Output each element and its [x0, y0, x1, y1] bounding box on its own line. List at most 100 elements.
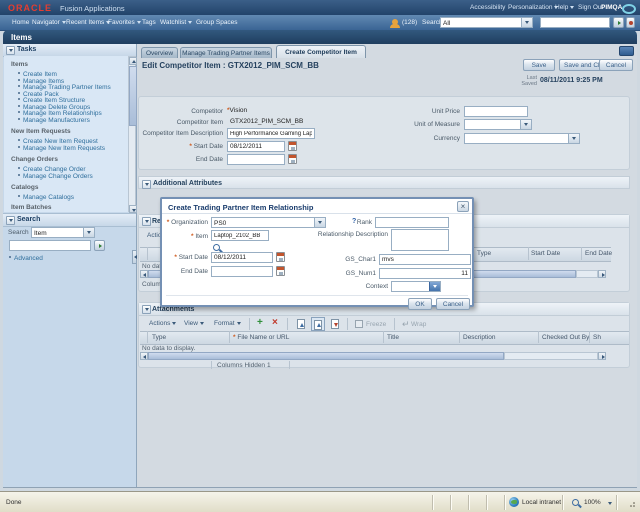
- dialog-gs-num1-input[interactable]: [379, 268, 471, 279]
- dialog-gs-char1-input[interactable]: [379, 254, 471, 265]
- cancel-button[interactable]: Cancel: [599, 59, 633, 71]
- calendar-icon[interactable]: [288, 141, 297, 151]
- column-description[interactable]: Description: [463, 334, 496, 341]
- dialog-rel-desc-textarea[interactable]: [391, 229, 449, 251]
- column-checked-out-by[interactable]: Checked Out By: [542, 334, 589, 341]
- uom-select[interactable]: [464, 119, 532, 130]
- menu-watchlist[interactable]: Watchlist: [160, 19, 192, 26]
- dialog-rank-input[interactable]: [375, 217, 449, 228]
- sign-out-link[interactable]: Sign Out: [578, 4, 603, 11]
- scroll-right-button[interactable]: [598, 270, 606, 278]
- menu-navigator[interactable]: Navigator: [32, 19, 66, 26]
- personalization-menu[interactable]: Personalization: [508, 4, 558, 11]
- help-menu[interactable]: Help: [555, 4, 574, 11]
- menu-recent-items[interactable]: Recent Items: [66, 19, 110, 26]
- end-date-input[interactable]: [227, 154, 285, 165]
- column-type[interactable]: Type: [477, 250, 491, 257]
- advanced-search-button[interactable]: [626, 17, 635, 28]
- unit-price-input[interactable]: [464, 106, 528, 117]
- download-icon[interactable]: [331, 319, 339, 329]
- attachments-view-menu[interactable]: View: [184, 320, 204, 327]
- delete-attachment-icon[interactable]: ×: [272, 317, 278, 328]
- sidebar-item-manage-manufacturers[interactable]: Manage Manufacturers: [18, 117, 90, 124]
- menu-group-spaces[interactable]: Group Spaces: [196, 19, 238, 26]
- dropdown-button[interactable]: [520, 120, 531, 129]
- dialog-context-select[interactable]: [391, 281, 441, 292]
- scroll-up-button[interactable]: [129, 57, 137, 65]
- save-button[interactable]: Save: [523, 59, 555, 71]
- upload-selected-toggle[interactable]: [311, 317, 325, 331]
- scroll-left-button[interactable]: [140, 270, 148, 278]
- task-group-heading: New Item Requests: [11, 128, 71, 135]
- column-end-date[interactable]: End Date: [585, 250, 612, 257]
- currency-select[interactable]: [464, 133, 580, 144]
- attachments-hscrollbar-thumb[interactable]: [148, 352, 504, 360]
- tab-toolbar-button[interactable]: [619, 46, 634, 56]
- menu-home[interactable]: Home: [12, 19, 29, 26]
- dialog-organization-select[interactable]: PS0: [211, 217, 326, 228]
- dropdown-button[interactable]: [83, 228, 94, 237]
- menu-favorites[interactable]: Favorites: [108, 19, 141, 26]
- status-zoom-level[interactable]: 100%: [584, 499, 601, 506]
- resize-grip: [630, 505, 632, 507]
- scroll-right-button[interactable]: [598, 352, 606, 360]
- upload-icon[interactable]: [297, 319, 305, 329]
- dialog-item-input[interactable]: [211, 230, 269, 241]
- dialog-cancel-button[interactable]: Cancel: [436, 298, 470, 310]
- close-icon[interactable]: ×: [457, 201, 469, 212]
- tab-manage-trading-partner-items[interactable]: Manage Trading Partner Items: [180, 47, 272, 58]
- accessibility-link[interactable]: Accessibility: [470, 4, 505, 11]
- tab-overview[interactable]: Overview: [141, 47, 178, 58]
- dropdown-button[interactable]: [429, 282, 440, 291]
- sidebar-search-go-button[interactable]: [94, 240, 105, 251]
- freeze-button[interactable]: Freeze: [366, 321, 386, 328]
- sidebar-item-manage-new-item-requests[interactable]: Manage New Item Requests: [18, 145, 105, 152]
- search-type-select[interactable]: Item: [31, 227, 95, 238]
- wrap-button[interactable]: Wrap: [411, 321, 426, 328]
- zoom-dropdown-icon[interactable]: [608, 502, 612, 505]
- column-type[interactable]: Type: [152, 334, 166, 341]
- search-scope-select[interactable]: All: [440, 17, 533, 28]
- dropdown-button[interactable]: [521, 18, 532, 27]
- dropdown-button[interactable]: [314, 218, 325, 227]
- collapse-icon[interactable]: [142, 305, 151, 314]
- sidebar-item-manage-catalogs[interactable]: Manage Catalogs: [18, 194, 74, 201]
- chat-bubble-icon[interactable]: [622, 4, 636, 14]
- start-date-input[interactable]: [227, 141, 285, 152]
- tasks-panel-title: Tasks: [17, 46, 36, 53]
- global-search-input[interactable]: [540, 17, 610, 28]
- search-panel-header[interactable]: Search: [3, 213, 136, 227]
- scroll-down-button[interactable]: [129, 205, 137, 213]
- collapse-icon[interactable]: [6, 46, 15, 55]
- attachments-format-menu[interactable]: Format: [214, 320, 241, 327]
- column-start-date[interactable]: Start Date: [531, 250, 560, 257]
- calendar-icon[interactable]: [276, 266, 285, 276]
- scroll-left-button[interactable]: [140, 352, 148, 360]
- task-group-heading: Item Batches: [11, 204, 51, 211]
- additional-attributes-header[interactable]: Additional Attributes: [138, 176, 630, 189]
- dialog-start-date-input[interactable]: [211, 252, 273, 263]
- dialog-ok-button[interactable]: OK: [408, 298, 432, 310]
- search-go-button[interactable]: [613, 17, 624, 28]
- dialog-end-date-input[interactable]: [211, 266, 273, 277]
- column-title[interactable]: Title: [387, 334, 399, 341]
- column-shared[interactable]: Sh: [593, 334, 601, 341]
- description-input[interactable]: [227, 128, 315, 139]
- add-attachment-icon[interactable]: +: [257, 317, 263, 328]
- advanced-search-link[interactable]: Advanced: [9, 255, 43, 262]
- collapse-icon[interactable]: [142, 180, 151, 189]
- collapse-icon[interactable]: [6, 216, 15, 225]
- watchlist-count[interactable]: (128): [402, 19, 417, 26]
- tab-create-competitor-item[interactable]: Create Competitor Item: [276, 45, 366, 58]
- sidebar-item-manage-change-orders[interactable]: Manage Change Orders: [18, 173, 93, 180]
- scrollbar-thumb[interactable]: [129, 66, 137, 126]
- column-file-name[interactable]: * File Name or URL: [233, 334, 289, 341]
- collapse-icon[interactable]: [142, 217, 151, 226]
- calendar-icon[interactable]: [288, 154, 297, 164]
- dropdown-button[interactable]: [568, 134, 579, 143]
- menu-tags[interactable]: Tags: [142, 19, 156, 26]
- attachments-actions-menu[interactable]: Actions: [149, 320, 176, 327]
- calendar-icon[interactable]: [276, 252, 285, 262]
- sidebar-search-input[interactable]: [9, 240, 91, 251]
- search-icon[interactable]: [213, 244, 220, 251]
